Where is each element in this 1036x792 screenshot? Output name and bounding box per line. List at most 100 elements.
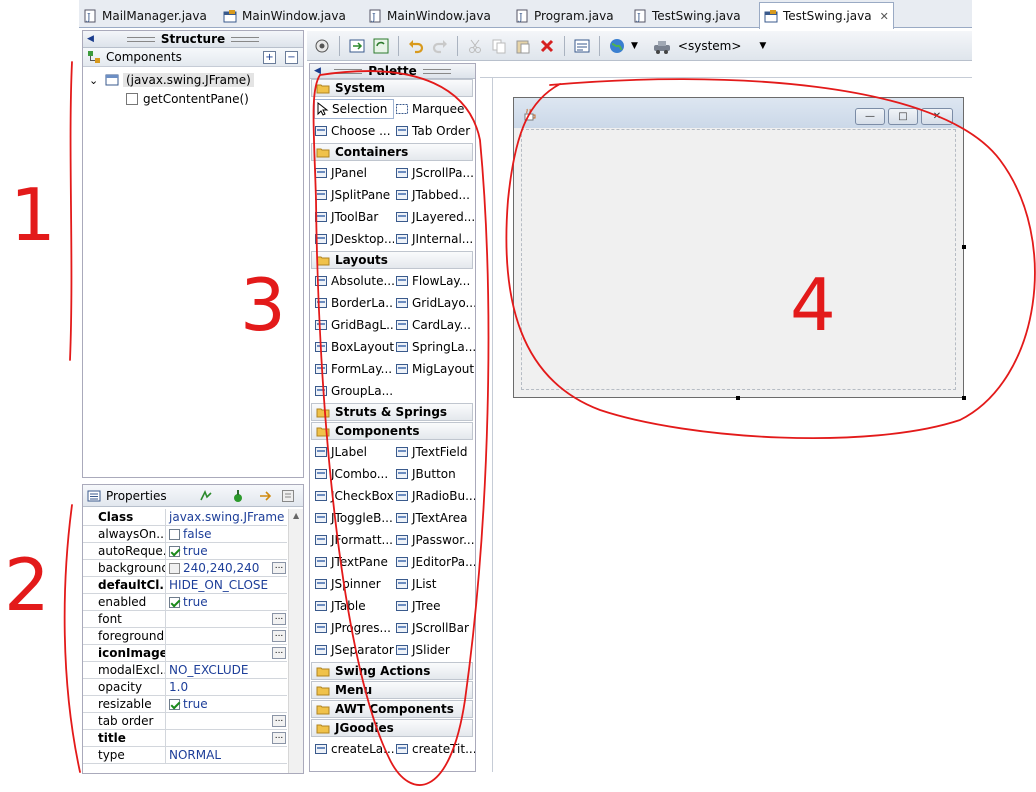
palette-item[interactable]: JSlider (395, 640, 475, 660)
jframe-title-bar[interactable]: — □ ✕ (514, 98, 963, 128)
property-row[interactable]: alwaysOn... false (83, 526, 287, 543)
editor-tab[interactable]: J MailManager.java (79, 4, 211, 28)
palette-category[interactable]: AWT Components (311, 700, 473, 718)
property-row[interactable]: defaultCl... HIDE_ON_CLOSE (83, 577, 287, 594)
tree-twisty-icon[interactable]: ⌄ (89, 74, 101, 87)
editor-tab[interactable]: MainWindow.java (219, 4, 350, 28)
palette-category[interactable]: Struts & Springs (311, 403, 473, 421)
look-and-feel-icon[interactable] (652, 36, 672, 56)
palette-item[interactable]: JInternal... (395, 229, 475, 249)
property-value[interactable] (166, 611, 287, 627)
palette-item[interactable]: JScrollPa... (395, 163, 475, 183)
palette-item[interactable]: Selection (314, 99, 394, 119)
property-row[interactable]: opacity 1.0 (83, 679, 287, 696)
palette-item[interactable]: JToolBar (314, 207, 394, 227)
resize-handle-right[interactable] (962, 245, 966, 249)
property-value[interactable]: NORMAL (166, 747, 287, 763)
property-checkbox[interactable] (169, 698, 180, 710)
palette-item[interactable]: MigLayout (395, 359, 475, 379)
look-and-feel-label[interactable]: <system> (678, 39, 742, 53)
property-value[interactable] (166, 713, 287, 729)
property-editor-button[interactable]: ... (272, 732, 286, 744)
palette-item[interactable]: JButton (395, 464, 475, 484)
palette-item[interactable]: BorderLa... (314, 293, 394, 313)
editor-tab[interactable]: J TestSwing.java (629, 4, 745, 28)
property-row[interactable]: autoReque... true (83, 543, 287, 560)
palette-category[interactable]: JGoodies (311, 719, 473, 737)
minimize-button[interactable]: — (855, 108, 885, 125)
minimize-arrow-icon[interactable]: ◀ (314, 66, 321, 76)
palette-item[interactable]: Absolute... (314, 271, 394, 291)
jframe-preview[interactable]: — □ ✕ (513, 97, 964, 398)
property-value[interactable]: 240,240,240 (166, 560, 287, 576)
palette-item[interactable]: createLa... (314, 739, 394, 759)
paste-button[interactable] (513, 36, 533, 56)
palette-item[interactable]: JTable (314, 596, 394, 616)
property-value[interactable]: NO_EXCLUDE (166, 662, 287, 678)
property-row[interactable]: enabled true (83, 594, 287, 611)
property-row[interactable]: modalExcl... NO_EXCLUDE (83, 662, 287, 679)
property-value[interactable] (166, 628, 287, 644)
palette-item[interactable]: JTextArea (395, 508, 475, 528)
palette-item[interactable]: Tab Order (395, 121, 475, 141)
palette-item[interactable]: JLayered... (395, 207, 475, 227)
palette-item[interactable]: GridLayo... (395, 293, 475, 313)
property-value[interactable]: true (166, 696, 287, 712)
locale-globe-icon[interactable] (607, 36, 627, 56)
palette-item[interactable]: JList (395, 574, 475, 594)
minimize-arrow-icon[interactable]: ◀ (87, 34, 94, 44)
locale-dropdown-arrow[interactable]: ▼ (631, 41, 638, 51)
property-editor-button[interactable]: ... (272, 630, 286, 642)
property-editor-button[interactable]: ... (272, 647, 286, 659)
property-row[interactable]: background 240,240,240... (83, 560, 287, 577)
property-value[interactable]: true (166, 543, 287, 559)
close-button[interactable]: ✕ (921, 108, 953, 125)
property-checkbox[interactable] (169, 545, 180, 557)
property-checkbox[interactable] (169, 596, 180, 608)
property-editor-button[interactable]: ... (272, 562, 286, 574)
property-row[interactable]: foreground... (83, 628, 287, 645)
property-editor-button[interactable]: ... (272, 715, 286, 727)
property-value[interactable]: false (166, 526, 287, 542)
editor-tab[interactable]: J Program.java (511, 4, 618, 28)
palette-item[interactable]: JTextPane (314, 552, 394, 572)
close-icon[interactable]: ✕ (880, 10, 889, 23)
editor-tab[interactable]: J MainWindow.java (364, 4, 495, 28)
property-row[interactable]: tab order... (83, 713, 287, 730)
property-row[interactable]: type NORMAL (83, 747, 287, 764)
collapse-all-button[interactable]: − (285, 51, 298, 64)
palette-item[interactable]: JPasswor... (395, 530, 475, 550)
copy-button[interactable] (489, 36, 509, 56)
properties-scrollbar[interactable]: ▲ (288, 509, 303, 773)
property-value[interactable] (166, 645, 287, 661)
palette-item[interactable]: JSeparator (314, 640, 394, 660)
property-value[interactable]: 1.0 (166, 679, 287, 695)
property-row[interactable]: resizable true (83, 696, 287, 713)
palette-item[interactable]: GridBagL... (314, 315, 394, 335)
property-editor-button[interactable]: ... (272, 613, 286, 625)
palette-item[interactable]: GroupLa... (314, 381, 394, 401)
show-events-icon[interactable] (199, 489, 213, 503)
show-grid-button[interactable] (572, 36, 592, 56)
property-value[interactable] (166, 730, 287, 746)
palette-item[interactable]: FlowLay... (395, 271, 475, 291)
cut-button[interactable] (465, 36, 485, 56)
property-value[interactable]: javax.swing.JFrame (166, 509, 287, 525)
palette-item[interactable]: Choose ... (314, 121, 394, 141)
property-value[interactable]: true (166, 594, 287, 610)
palette-item[interactable]: JCheckBox (314, 486, 394, 506)
palette-item[interactable]: BoxLayout (314, 337, 394, 357)
delete-button[interactable] (537, 36, 557, 56)
palette-category[interactable]: Swing Actions (311, 662, 473, 680)
property-row[interactable]: font... (83, 611, 287, 628)
palette-item[interactable]: JToggleB... (314, 508, 394, 528)
palette-item[interactable]: JLabel (314, 442, 394, 462)
palette-item[interactable]: JProgres... (314, 618, 394, 638)
goto-definition-icon[interactable] (231, 489, 245, 503)
palette-item[interactable]: SpringLa... (395, 337, 475, 357)
palette-item[interactable]: JPanel (314, 163, 394, 183)
property-row[interactable]: title... (83, 730, 287, 747)
palette-item[interactable]: JEditorPa... (395, 552, 475, 572)
palette-item[interactable]: FormLay... (314, 359, 394, 379)
palette-category[interactable]: Layouts (311, 251, 473, 269)
